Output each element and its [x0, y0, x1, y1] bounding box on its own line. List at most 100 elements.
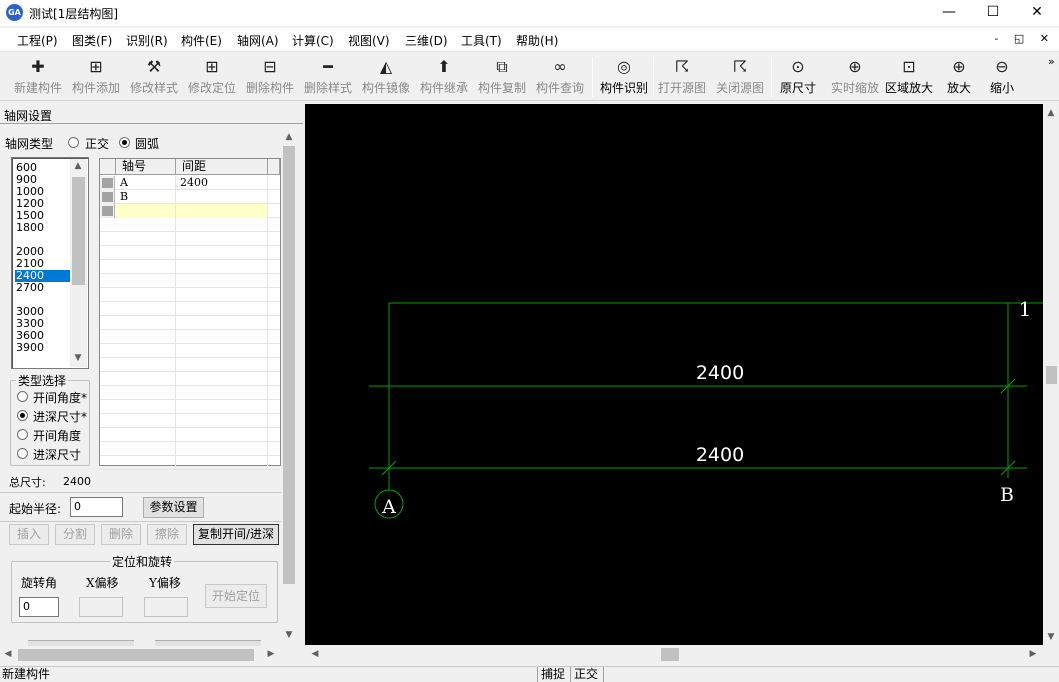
- panel-horizontal-scrollbar[interactable]: ◀ ▶: [0, 646, 281, 664]
- scroll-up-icon[interactable]: ▲: [1043, 108, 1059, 118]
- y-offset-input[interactable]: [144, 597, 188, 617]
- table-row[interactable]: [100, 330, 280, 344]
- table-row[interactable]: [100, 260, 280, 274]
- axis-type-option-label[interactable]: 圆弧: [135, 135, 159, 152]
- close-button[interactable]: ✕: [1015, 0, 1059, 26]
- scroll-up-icon[interactable]: ▲: [70, 161, 86, 171]
- spacing-cell[interactable]: [176, 358, 268, 372]
- axis-type-option-label[interactable]: 正交: [85, 135, 109, 152]
- menu-item[interactable]: 工程(P): [17, 32, 58, 49]
- table-row[interactable]: [100, 428, 280, 442]
- type-selection-radio[interactable]: [17, 410, 28, 421]
- erase-button[interactable]: 擦除: [147, 524, 187, 545]
- toolbar-button[interactable]: ⊞ 构件添加: [67, 55, 125, 99]
- table-row[interactable]: [100, 204, 280, 218]
- canvas-horizontal-scrollbar[interactable]: ◀ ▶: [305, 645, 1043, 665]
- toolbar-button[interactable]: ☈ 打开源图: [653, 55, 711, 99]
- param-settings-button[interactable]: 参数设置: [143, 497, 204, 518]
- list-item[interactable]: 2700: [15, 282, 70, 294]
- spacing-cell[interactable]: [176, 372, 268, 386]
- toolbar-button[interactable]: ⊙ 原尺寸: [769, 55, 827, 99]
- mdi-window-controls[interactable]: ‑ ◱ ✕: [994, 32, 1055, 45]
- scroll-down-icon[interactable]: ▼: [70, 353, 86, 363]
- toolbar-button[interactable]: ⚒ 修改样式: [125, 55, 183, 99]
- table-row[interactable]: [100, 246, 280, 260]
- table-row[interactable]: [100, 400, 280, 414]
- axis-number-cell[interactable]: [116, 218, 176, 232]
- scroll-right-icon[interactable]: ▶: [263, 649, 279, 659]
- table-row[interactable]: [100, 232, 280, 246]
- axis-number-cell[interactable]: [116, 456, 176, 470]
- toolbar-button[interactable]: ⊟ 删除构件: [241, 55, 299, 99]
- axis-number-cell[interactable]: [116, 358, 176, 372]
- spacing-cell[interactable]: [176, 246, 268, 260]
- toolbar-button[interactable]: ⬆ 构件继承: [415, 55, 473, 99]
- scroll-left-icon[interactable]: ◀: [307, 649, 323, 659]
- table-row[interactable]: [100, 414, 280, 428]
- spacing-cell[interactable]: 2400: [176, 176, 268, 190]
- axis-number-cell[interactable]: [116, 302, 176, 316]
- table-row[interactable]: [100, 218, 280, 232]
- spacing-cell[interactable]: [176, 218, 268, 232]
- scroll-left-icon[interactable]: ◀: [0, 649, 16, 659]
- list-item[interactable]: 1800: [15, 222, 70, 234]
- spacing-cell[interactable]: [176, 400, 268, 414]
- spacing-cell[interactable]: [176, 260, 268, 274]
- menu-item[interactable]: 视图(V): [348, 32, 390, 49]
- scroll-down-icon[interactable]: ▼: [281, 630, 297, 640]
- toolbar-button[interactable]: ◎ 构件识别: [595, 55, 653, 99]
- insert-button[interactable]: 插入: [9, 524, 49, 545]
- spacing-cell[interactable]: [176, 274, 268, 288]
- row-header[interactable]: [100, 190, 115, 204]
- scrollbar-thumb[interactable]: [283, 146, 295, 584]
- axis-number-cell[interactable]: [116, 288, 176, 302]
- table-row[interactable]: [100, 344, 280, 358]
- spacing-cell[interactable]: [176, 330, 268, 344]
- spacing-cell[interactable]: [176, 204, 268, 218]
- spacing-cell[interactable]: [176, 456, 268, 470]
- type-selection-option-label[interactable]: 开间角度: [33, 427, 81, 444]
- scrollbar-thumb[interactable]: [661, 648, 679, 661]
- table-row[interactable]: [100, 288, 280, 302]
- menu-item[interactable]: 工具(T): [461, 32, 502, 49]
- axis-number-cell[interactable]: [116, 372, 176, 386]
- table-row[interactable]: [100, 302, 280, 316]
- panel-vertical-scrollbar[interactable]: ▲ ▼: [281, 130, 297, 646]
- toolbar-button[interactable]: ⊞ 修改定位: [183, 55, 241, 99]
- axis-number-cell[interactable]: [116, 246, 176, 260]
- type-selection-radio[interactable]: [17, 429, 28, 440]
- scrollbar-thumb[interactable]: [18, 649, 254, 661]
- canvas-vertical-scrollbar[interactable]: ▲ ▼: [1043, 104, 1059, 645]
- table-row[interactable]: [100, 358, 280, 372]
- toolbar-button[interactable]: ☈ 关闭源图: [711, 55, 769, 99]
- spacing-cell[interactable]: [176, 344, 268, 358]
- snap-toggle[interactable]: 捕捉: [541, 668, 565, 681]
- spacing-cell[interactable]: [176, 442, 268, 456]
- copy-bay-depth-button[interactable]: 复制开间/进深: [193, 524, 279, 545]
- rotate-angle-input[interactable]: 0: [19, 597, 59, 617]
- table-row[interactable]: B: [100, 190, 280, 204]
- spacing-cell[interactable]: [176, 316, 268, 330]
- toolbar-button[interactable]: ━ 删除样式: [299, 55, 357, 99]
- axis-number-cell[interactable]: [116, 400, 176, 414]
- type-selection-option-label[interactable]: 进深尺寸: [33, 446, 81, 463]
- axis-number-cell[interactable]: [116, 204, 176, 218]
- menu-item[interactable]: 计算(C): [292, 32, 334, 49]
- table-row[interactable]: A 2400: [100, 176, 280, 190]
- type-selection-option-label[interactable]: 开间角度*: [33, 389, 87, 406]
- table-row[interactable]: [100, 316, 280, 330]
- spacing-cell[interactable]: [176, 428, 268, 442]
- table-row[interactable]: [100, 456, 280, 470]
- toolbar-button[interactable]: ✚ 新建构件: [9, 55, 67, 99]
- spacing-list[interactable]: 600 900 1000 1200 1500 1800 2000 2100 2400 2700 30…: [11, 157, 89, 369]
- delete-button[interactable]: 删除: [101, 524, 141, 545]
- row-header[interactable]: [100, 176, 115, 190]
- menu-item[interactable]: 识别(R): [126, 32, 168, 49]
- spacing-cell[interactable]: [176, 288, 268, 302]
- toolbar-button[interactable]: ◭ 构件镜像: [357, 55, 415, 99]
- axis-number-cell[interactable]: [116, 274, 176, 288]
- table-row[interactable]: [100, 442, 280, 456]
- axis-number-cell[interactable]: [116, 386, 176, 400]
- menu-item[interactable]: 构件(E): [181, 32, 222, 49]
- axis-grid-table[interactable]: 轴号 间距 A 2400 B: [99, 158, 281, 470]
